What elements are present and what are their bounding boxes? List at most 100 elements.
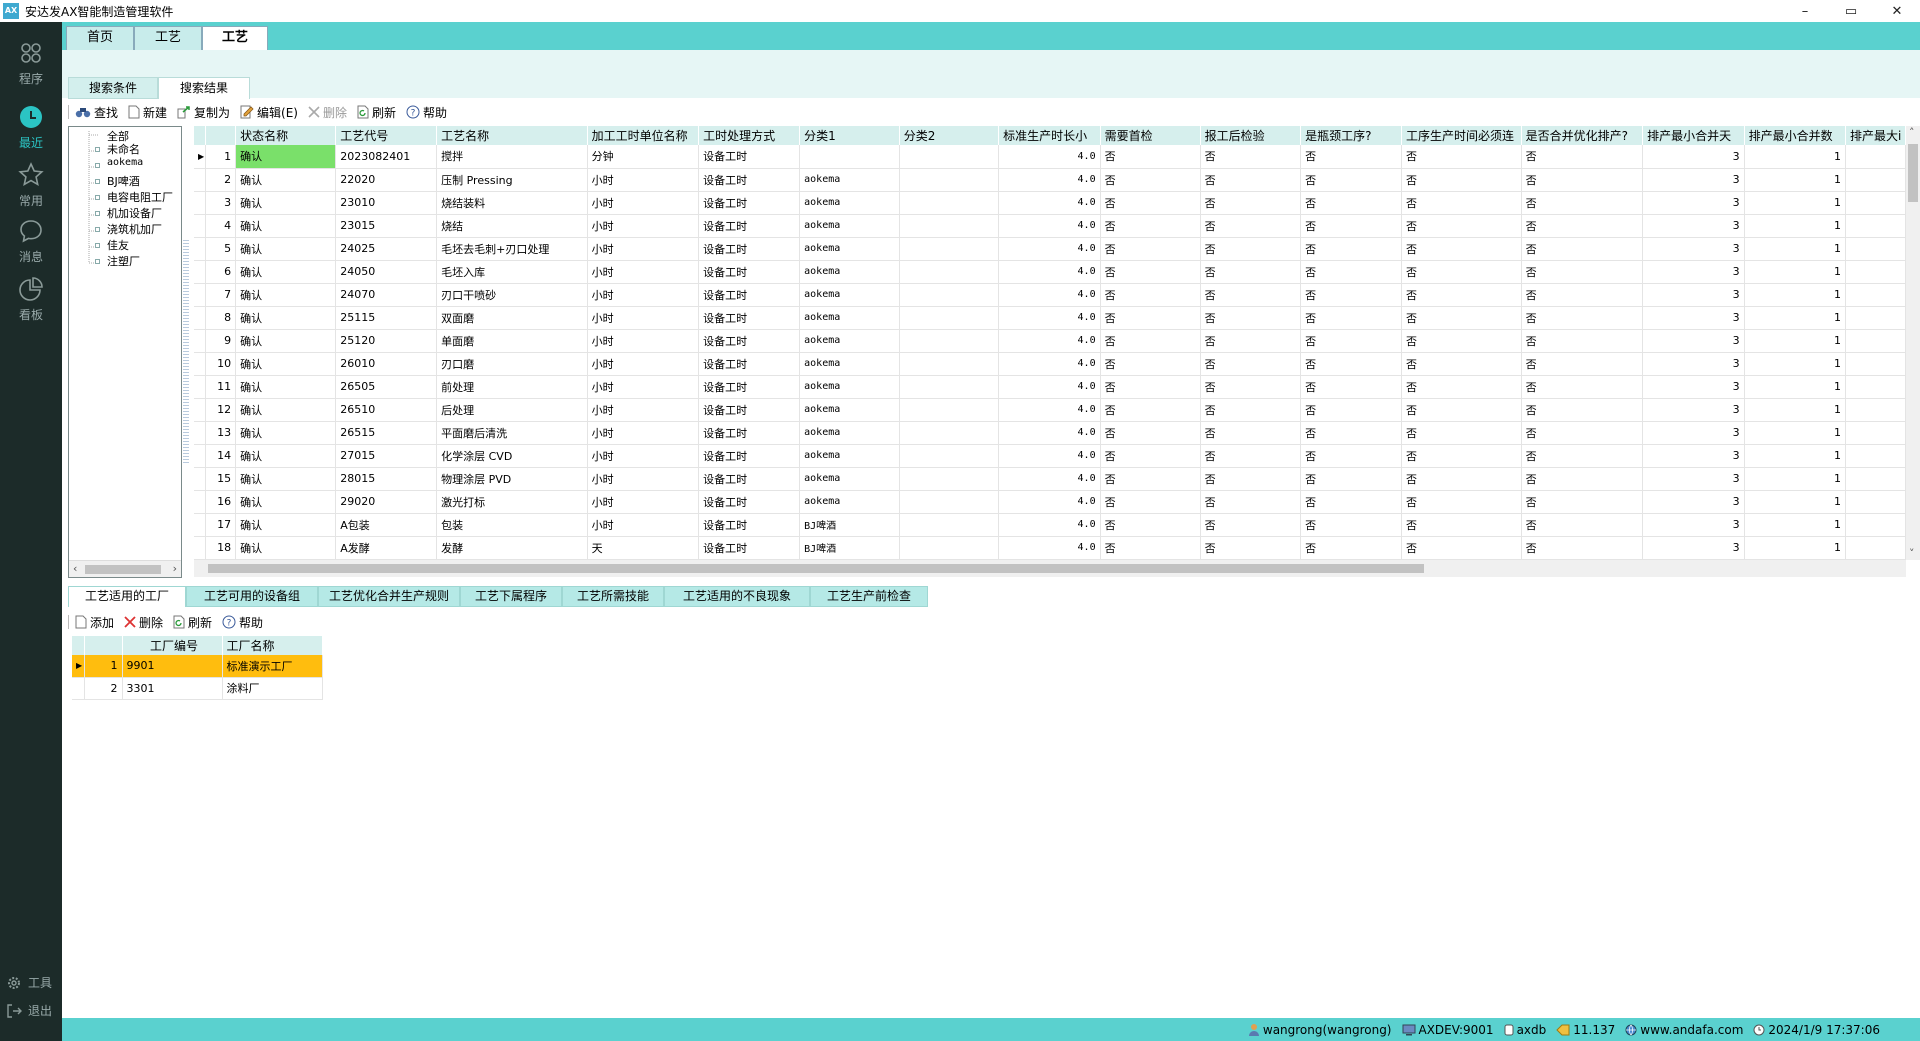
cell-max[interactable] <box>1845 145 1906 169</box>
cell-first-inspection[interactable]: 否 <box>1100 398 1201 422</box>
cell-first-inspection[interactable]: 否 <box>1100 536 1201 560</box>
cell-post-inspection[interactable]: 否 <box>1200 237 1302 261</box>
cell-code[interactable]: 23010 <box>335 191 438 215</box>
cell-continuous[interactable]: 否 <box>1401 168 1522 192</box>
cell-bottleneck[interactable]: 否 <box>1300 421 1402 445</box>
cell-post-inspection[interactable]: 否 <box>1200 467 1302 491</box>
cell-bottleneck[interactable]: 否 <box>1300 237 1402 261</box>
status-website-text[interactable]: www.andafa.com <box>1640 1023 1743 1037</box>
cell-post-inspection[interactable]: 否 <box>1200 214 1302 238</box>
cell-max[interactable] <box>1845 490 1906 514</box>
tab-home[interactable]: 首页 <box>66 26 134 50</box>
cell-category2[interactable] <box>899 536 1000 560</box>
cell-category1[interactable]: aokema <box>799 444 900 468</box>
cell-continuous[interactable]: 否 <box>1401 490 1522 514</box>
cell-merge-optimize[interactable]: 否 <box>1521 191 1644 215</box>
cell-bottleneck[interactable]: 否 <box>1300 490 1402 514</box>
col-header-first-inspection[interactable]: 需要首检 <box>1100 126 1201 145</box>
cell-unit[interactable]: 小时 <box>587 513 700 537</box>
scrollbar-thumb[interactable] <box>1908 144 1918 202</box>
cell-method[interactable]: 设备工时 <box>698 237 801 261</box>
cell-min-merge-qty[interactable]: 1 <box>1744 306 1847 330</box>
cell-continuous[interactable]: 否 <box>1401 237 1522 261</box>
cell-standard-duration[interactable]: 4.0 <box>998 398 1101 422</box>
cell-code[interactable]: A包装 <box>335 513 438 537</box>
detail-help-button[interactable]: ? 帮助 <box>222 614 263 631</box>
cell-first-inspection[interactable]: 否 <box>1100 467 1201 491</box>
cell-category1[interactable]: aokema <box>799 398 900 422</box>
sidebar-item-dashboard[interactable]: 看板 <box>0 276 62 334</box>
col-header-unit[interactable]: 加工工时单位名称 <box>587 126 700 145</box>
cell-first-inspection[interactable]: 否 <box>1100 191 1201 215</box>
cell-name[interactable]: 后处理 <box>436 398 588 422</box>
cell-name[interactable]: 烧结装料 <box>436 191 588 215</box>
cell-standard-duration[interactable]: 4.0 <box>998 283 1101 307</box>
cell-continuous[interactable]: 否 <box>1401 444 1522 468</box>
cell-method[interactable]: 设备工时 <box>698 168 801 192</box>
tree-item-unnamed[interactable]: 未命名 <box>107 141 140 157</box>
table-row[interactable]: 15 确认 28015 物理涂层 PVD 小时 设备工时 aokema 4.0 否否否否否 3 1 <box>194 467 1906 491</box>
cell-status[interactable]: 确认 <box>235 467 337 491</box>
cell-category1[interactable]: aokema <box>799 329 900 353</box>
cell-post-inspection[interactable]: 否 <box>1200 260 1302 284</box>
logout-button[interactable]: 退出 <box>6 1002 52 1019</box>
cell-category2[interactable] <box>899 421 1000 445</box>
cell-method[interactable]: 设备工时 <box>698 444 801 468</box>
cell-min-merge-qty[interactable]: 1 <box>1744 352 1847 376</box>
cell-category2[interactable] <box>899 467 1000 491</box>
cell-unit[interactable]: 小时 <box>587 490 700 514</box>
cell-min-merge-qty[interactable]: 1 <box>1744 191 1847 215</box>
cell-merge-optimize[interactable]: 否 <box>1521 375 1644 399</box>
cell-standard-duration[interactable]: 4.0 <box>998 352 1101 376</box>
cell-category1[interactable]: aokema <box>799 467 900 491</box>
cell-code[interactable]: A发酵 <box>335 536 438 560</box>
col-header-min-merge-qty[interactable]: 排产最小合并数 <box>1744 126 1847 145</box>
table-row[interactable]: 2 确认 22020 压制 Pressing 小时 设备工时 aokema 4.0 否否否否否 3… <box>194 168 1906 192</box>
cell-status[interactable]: 确认 <box>235 260 337 284</box>
cell-max[interactable] <box>1845 260 1906 284</box>
table-row[interactable]: ▶ 1 9901 标准演示工厂 <box>72 655 323 678</box>
cell-standard-duration[interactable]: 4.0 <box>998 536 1101 560</box>
status-website[interactable]: www.andafa.com <box>1625 1023 1743 1037</box>
cell-merge-optimize[interactable]: 否 <box>1521 145 1644 169</box>
cell-post-inspection[interactable]: 否 <box>1200 398 1302 422</box>
tree-item-aokema[interactable]: aokema <box>107 157 143 168</box>
table-row[interactable]: 2 3301 涂料厂 <box>72 677 323 700</box>
cell-min-merge-days[interactable]: 3 <box>1642 467 1745 491</box>
cell-method[interactable]: 设备工时 <box>698 283 801 307</box>
cell-post-inspection[interactable]: 否 <box>1200 145 1302 169</box>
table-row[interactable]: 18 确认 A发酵 发酵天设备工时 BJ啤酒 4.0 否否否否否 3 1 <box>194 536 1906 560</box>
cell-method[interactable]: 设备工时 <box>698 536 801 560</box>
cell-bottleneck[interactable]: 否 <box>1300 375 1402 399</box>
cell-code[interactable]: 25120 <box>335 329 438 353</box>
detail-delete-button[interactable]: 删除 <box>124 614 163 631</box>
cell-status[interactable]: 确认 <box>235 398 337 422</box>
tab-required-skills[interactable]: 工艺所需技能 <box>562 586 664 607</box>
cell-bottleneck[interactable]: 否 <box>1300 214 1402 238</box>
cell-bottleneck[interactable]: 否 <box>1300 467 1402 491</box>
grid-horizontal-scrollbar[interactable] <box>194 560 1906 577</box>
cell-unit[interactable]: 小时 <box>587 214 700 238</box>
tree-item-bj-beer[interactable]: BJ啤酒 <box>107 173 140 189</box>
cell-category2[interactable] <box>899 306 1000 330</box>
cell-min-merge-days[interactable]: 3 <box>1642 513 1745 537</box>
cell-unit[interactable]: 小时 <box>587 260 700 284</box>
cell-category2[interactable] <box>899 191 1000 215</box>
cell-first-inspection[interactable]: 否 <box>1100 352 1201 376</box>
cell-max[interactable] <box>1845 283 1906 307</box>
tab-merge-rules[interactable]: 工艺优化合并生产规则 <box>318 586 460 607</box>
cell-code[interactable]: 24025 <box>335 237 438 261</box>
cell-name[interactable]: 搅拌 <box>436 145 588 169</box>
delete-button[interactable]: 删除 <box>308 104 347 121</box>
cell-bottleneck[interactable]: 否 <box>1300 283 1402 307</box>
cell-min-merge-days[interactable]: 3 <box>1642 237 1745 261</box>
cell-continuous[interactable]: 否 <box>1401 375 1522 399</box>
cell-method[interactable]: 设备工时 <box>698 421 801 445</box>
tab-search-results[interactable]: 搜索结果 <box>158 77 250 99</box>
cell-min-merge-qty[interactable]: 1 <box>1744 444 1847 468</box>
cell-min-merge-qty[interactable]: 1 <box>1744 421 1847 445</box>
cell-max[interactable] <box>1845 444 1906 468</box>
cell-bottleneck[interactable]: 否 <box>1300 260 1402 284</box>
cell-name[interactable]: 包装 <box>436 513 588 537</box>
cell-min-merge-days[interactable]: 3 <box>1642 329 1745 353</box>
